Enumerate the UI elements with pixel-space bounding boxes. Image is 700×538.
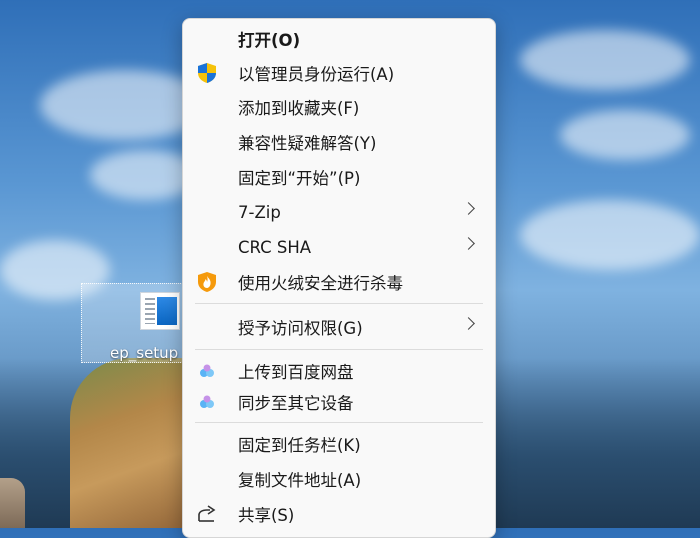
desktop-icon-label: ep_setup (110, 344, 179, 362)
menu-item-add-to-favorites[interactable]: 添加到收藏夹(F) (183, 90, 495, 124)
menu-item-label: 兼容性疑难解答(Y) (238, 134, 377, 153)
chevron-right-icon (462, 237, 475, 250)
menu-item-huorong-scan[interactable]: 使用火绒安全进行杀毒 (183, 265, 495, 299)
menu-item-label: 上传到百度网盘 (238, 363, 354, 382)
chevron-right-icon (462, 317, 475, 330)
menu-item-grant-access[interactable]: 授予访问权限(G) (183, 310, 495, 344)
menu-item-label: 同步至其它设备 (238, 394, 354, 413)
menu-item-crc-sha[interactable]: CRC SHA (183, 230, 495, 264)
menu-item-compatibility-troubleshoot[interactable]: 兼容性疑难解答(Y) (183, 125, 495, 159)
menu-item-label: 固定到任务栏(K) (238, 436, 361, 455)
baidu-netdisk-icon (196, 360, 218, 382)
menu-item-pin-to-start[interactable]: 固定到“开始”(P) (183, 160, 495, 194)
menu-item-label: 7-Zip (238, 202, 281, 222)
menu-separator (195, 349, 483, 350)
menu-item-label: 共享(S) (238, 506, 295, 525)
menu-item-upload-baidu[interactable]: 上传到百度网盘 (183, 354, 495, 388)
uac-shield-icon (196, 62, 218, 84)
menu-item-pin-to-taskbar[interactable]: 固定到任务栏(K) (183, 427, 495, 461)
context-menu: 打开(O) 以管理员身份运行(A) 添加到收藏夹(F) 兼容性疑难解答(Y) 固… (182, 18, 496, 538)
menu-item-label: 使用火绒安全进行杀毒 (238, 274, 403, 293)
menu-item-share[interactable]: 共享(S) (183, 497, 495, 531)
menu-item-copy-path[interactable]: 复制文件地址(A) (183, 462, 495, 496)
menu-item-open[interactable]: 打开(O) (183, 22, 495, 56)
menu-item-label: 固定到“开始”(P) (238, 169, 361, 188)
desktop-file-icon-ep-setup[interactable]: ep_setup (81, 283, 189, 363)
menu-item-sync-devices[interactable]: 同步至其它设备 (183, 385, 495, 419)
menu-item-label: CRC SHA (238, 237, 312, 257)
share-icon (196, 503, 218, 525)
menu-separator (195, 422, 483, 423)
menu-item-label: 打开(O) (238, 31, 301, 50)
menu-item-label: 以管理员身份运行(A) (238, 65, 395, 84)
installer-file-icon (140, 292, 180, 330)
baidu-netdisk-icon (196, 391, 218, 413)
huorong-shield-icon (196, 271, 218, 293)
chevron-right-icon (462, 202, 475, 215)
menu-item-label: 复制文件地址(A) (238, 471, 362, 490)
menu-separator (195, 303, 483, 304)
menu-item-run-as-admin[interactable]: 以管理员身份运行(A) (183, 56, 495, 90)
menu-item-7zip[interactable]: 7-Zip (183, 195, 495, 229)
menu-item-label: 添加到收藏夹(F) (238, 99, 360, 118)
menu-item-label: 授予访问权限(G) (238, 319, 363, 338)
